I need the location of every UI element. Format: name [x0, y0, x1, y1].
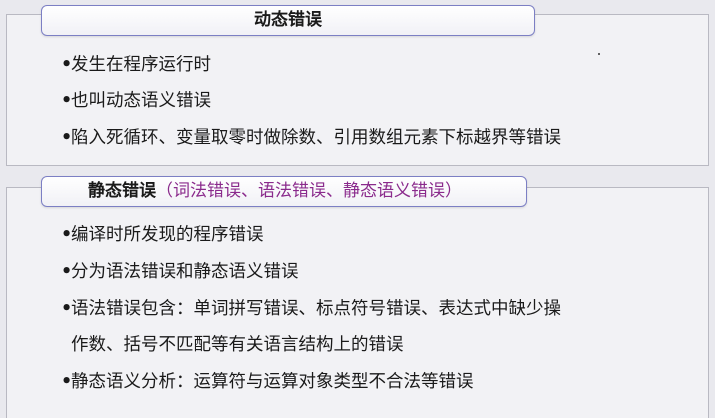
list-item-text: 语法错误包含：单词拼写错误、标点符号错误、表达式中缺少操	[71, 299, 561, 319]
list-item-text: 分为语法错误和静态语义错误	[71, 262, 299, 282]
bullet-icon: •	[61, 55, 73, 75]
bullet-icon: •	[61, 372, 73, 392]
bullet-icon: •	[61, 262, 73, 282]
static-error-title: 静态错误	[88, 181, 156, 201]
list-item: •分为语法错误和静态语义错误	[61, 260, 299, 284]
list-item-text: 静态语义分析：运算符与运算对象类型不合法等错误	[71, 372, 474, 392]
list-item: •编译时所发现的程序错误	[61, 223, 264, 247]
list-item-text: 也叫动态语义错误	[71, 91, 211, 111]
list-item-text: 陷入死循环、变量取零时做除数、引用数组元素下标越界等错误	[71, 128, 561, 148]
static-error-header: 静态错误（词法错误、语法错误、静态语义错误）	[41, 176, 527, 207]
list-item: •语法错误包含：单词拼写错误、标点符号错误、表达式中缺少操	[61, 297, 561, 321]
list-item-continuation: 作数、括号不匹配等有关语言结构上的错误	[71, 335, 404, 355]
list-item: •陷入死循环、变量取零时做除数、引用数组元素下标越界等错误	[61, 126, 561, 150]
bullet-icon: •	[61, 128, 73, 148]
bullet-icon: •	[61, 225, 73, 245]
list-item: •也叫动态语义错误	[61, 89, 211, 113]
list-item-text: 发生在程序运行时	[71, 55, 211, 75]
static-error-subtypes: （词法错误、语法错误、静态语义错误）	[156, 181, 462, 201]
dynamic-error-header: 动态错误	[41, 5, 535, 36]
static-error-section: 静态错误（词法错误、语法错误、静态语义错误） •编译时所发现的程序错误 •分为语…	[6, 176, 709, 418]
dynamic-error-section: 动态错误 •发生在程序运行时 •也叫动态语义错误 •陷入死循环、变量取零时做除数…	[6, 5, 709, 166]
list-item-text: 编译时所发现的程序错误	[71, 225, 264, 245]
list-item: •静态语义分析：运算符与运算对象类型不合法等错误	[61, 370, 474, 394]
bullet-icon: •	[61, 91, 73, 111]
bullet-icon: •	[61, 299, 73, 319]
stray-dot	[598, 53, 600, 55]
list-item: •发生在程序运行时	[61, 53, 211, 77]
